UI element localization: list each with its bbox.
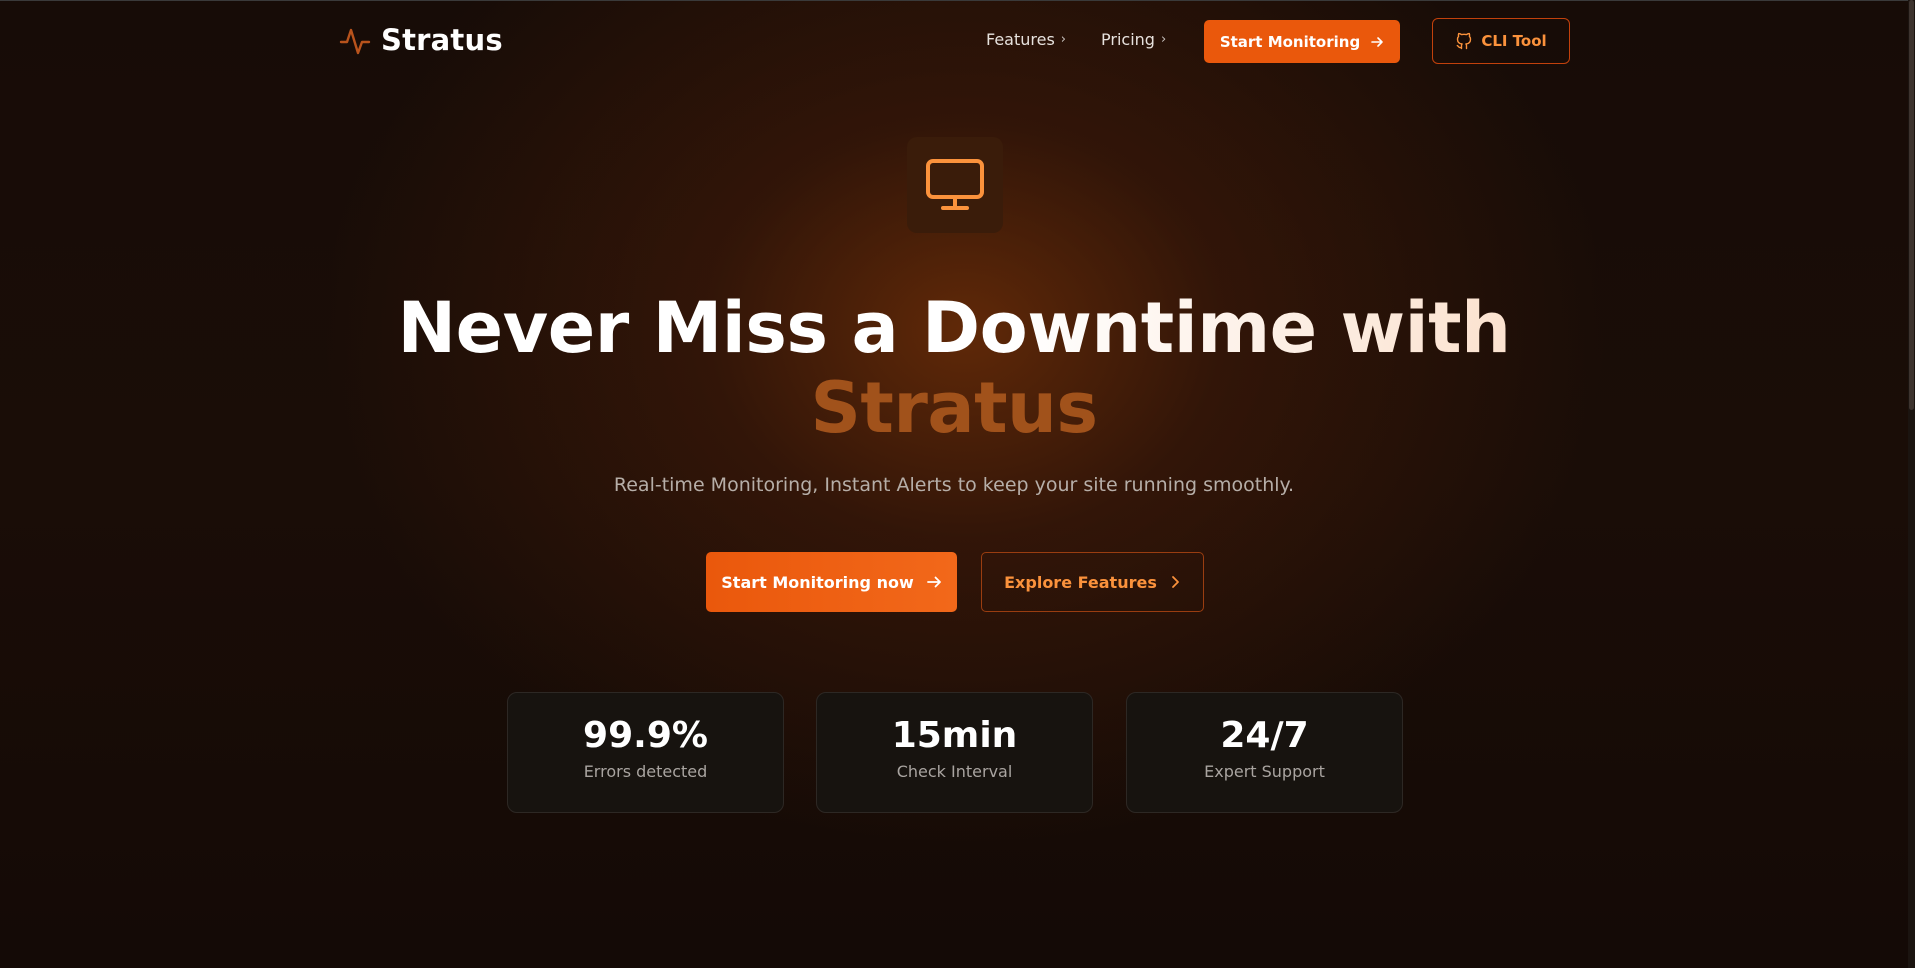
chevron-right-icon: › (1160, 32, 1167, 47)
stat-value: 15min (891, 715, 1018, 756)
brand-name: Stratus (381, 23, 503, 57)
hero-subtitle: Real-time Monitoring, Instant Alerts to … (613, 474, 1295, 496)
headline-brand-word: Stratus (810, 367, 1098, 449)
headline-line-1: Never Miss a Downtime with (397, 287, 1511, 369)
explore-features-button[interactable]: Explore Features (981, 552, 1204, 612)
vertical-scrollbar[interactable] (1908, 0, 1915, 968)
cli-tool-label: CLI Tool (1481, 32, 1547, 50)
start-monitoring-button[interactable]: Start Monitoring (1204, 20, 1400, 63)
stat-card-support: 24/7 Expert Support (1126, 692, 1403, 813)
stat-card-interval: 15min Check Interval (816, 692, 1093, 813)
hero-headline: Never Miss a Downtime with Stratus (0, 288, 1908, 448)
scrollbar-thumb[interactable] (1909, 0, 1914, 410)
start-monitoring-label: Start Monitoring (1219, 32, 1361, 51)
chevron-right-icon: › (1060, 32, 1066, 47)
stat-label: Check Interval (896, 762, 1013, 781)
nav-link-pricing[interactable]: Pricing › (1101, 30, 1166, 49)
chevron-right-icon (1171, 576, 1179, 588)
top-navigation: Stratus Features › Pricing › Start Monit… (0, 0, 1908, 82)
brand-logo[interactable]: Stratus (339, 22, 503, 58)
stat-card-errors: 99.9% Errors detected (507, 692, 784, 813)
start-monitoring-now-button[interactable]: Start Monitoring now (706, 552, 957, 612)
stat-label: Expert Support (1204, 762, 1325, 781)
monitor-icon (926, 159, 984, 210)
cli-tool-button[interactable]: CLI Tool (1432, 18, 1570, 64)
arrow-right-icon (926, 576, 941, 588)
hero-icon-badge (907, 137, 1003, 233)
activity-pulse-icon (339, 28, 371, 55)
nav-link-features[interactable]: Features › (986, 30, 1066, 49)
start-monitoring-now-label: Start Monitoring now (721, 572, 914, 592)
arrow-right-icon (1371, 36, 1383, 47)
stat-label: Errors detected (583, 762, 708, 781)
explore-features-label: Explore Features (1004, 572, 1157, 592)
stat-value: 24/7 (1220, 715, 1309, 756)
nav-link-features-label: Features (986, 30, 1055, 49)
github-icon (1456, 32, 1472, 50)
stat-value: 99.9% (583, 715, 708, 756)
nav-link-pricing-label: Pricing (1101, 30, 1155, 49)
